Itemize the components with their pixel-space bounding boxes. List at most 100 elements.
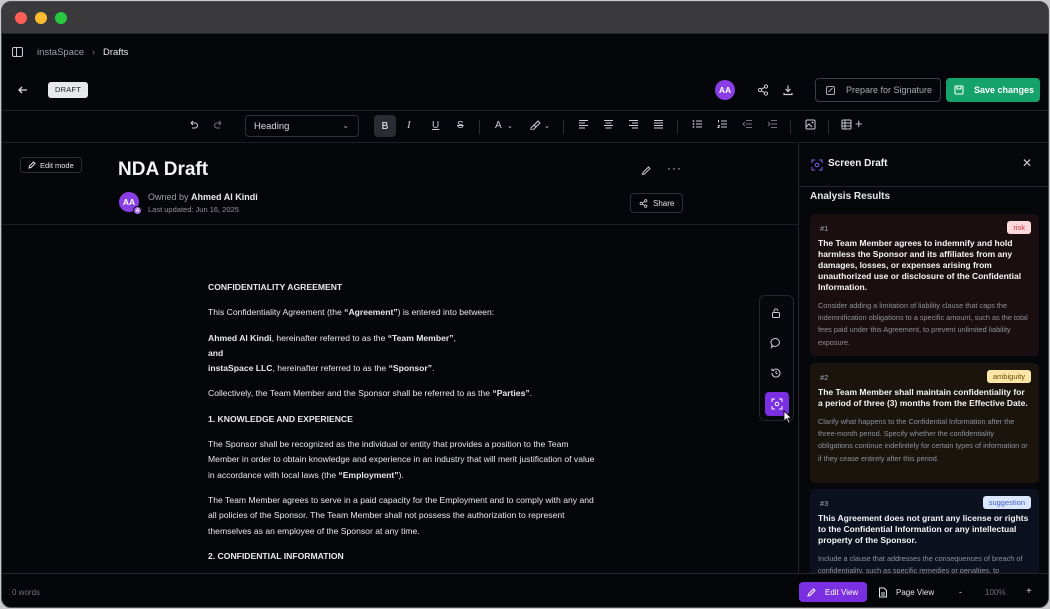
- page-view-label: Page View: [896, 587, 935, 597]
- align-right-icon[interactable]: [628, 119, 639, 132]
- result-body: Consider adding a limitation of liabilit…: [818, 301, 1028, 347]
- analysis-card[interactable]: #3 suggestion This Agreement does not gr…: [810, 489, 1039, 573]
- doc-s1-para1: The Sponsor shall be recognized as the i…: [208, 439, 595, 480]
- last-updated: Last updated: Jun 16, 2025: [148, 205, 239, 214]
- side-tool-rail: [759, 295, 794, 421]
- result-number: #1: [820, 224, 829, 233]
- block-type-select[interactable]: Heading ⌄: [245, 115, 359, 137]
- doc-parties: Ahmed Al Kindi, hereinafter referred to …: [208, 332, 456, 374]
- edit-title-icon[interactable]: [641, 163, 652, 181]
- share-icon[interactable]: [757, 83, 769, 101]
- bold-button[interactable]: B: [374, 115, 396, 137]
- breadcrumb: instaSpace › Drafts: [2, 35, 1048, 69]
- risk-tag: risk: [1007, 221, 1031, 234]
- add-icon[interactable]: +: [855, 116, 863, 131]
- highlight-icon[interactable]: [529, 119, 541, 133]
- bullet-list-icon[interactable]: [692, 119, 703, 132]
- share-button[interactable]: Share: [630, 193, 683, 213]
- toolbar-divider: [479, 120, 480, 134]
- align-center-icon[interactable]: [603, 119, 614, 132]
- signature-icon: [826, 85, 835, 95]
- scan-icon: [811, 158, 823, 176]
- doc-section-1: 1. KNOWLEDGE AND EXPERIENCE: [208, 413, 353, 424]
- window-titlebar: [2, 2, 1048, 34]
- owner-prefix: Owned by: [148, 192, 189, 202]
- undo-icon[interactable]: [188, 119, 199, 133]
- toolbar-divider: [790, 120, 791, 134]
- edit-view-button[interactable]: Edit View: [799, 582, 867, 602]
- edit-mode-toggle[interactable]: Edit mode: [20, 157, 82, 173]
- owner-name: Ahmed Al Kindi: [191, 192, 258, 202]
- history-icon[interactable]: [770, 367, 782, 381]
- redo-icon[interactable]: [213, 119, 224, 133]
- numbered-list-icon[interactable]: [717, 119, 728, 132]
- image-icon[interactable]: [805, 119, 816, 133]
- status-badge: DRAFT: [48, 82, 88, 98]
- sidebar-toggle-icon[interactable]: [12, 47, 23, 57]
- share-icon: [639, 198, 648, 208]
- status-bar: 0 words Edit View Page View - 100% +: [2, 573, 1048, 607]
- document-body[interactable]: CONFIDENTIALITY AGREEMENT This Confident…: [208, 280, 598, 574]
- maximize-window-button[interactable]: [55, 12, 67, 24]
- breadcrumb-current[interactable]: Drafts: [103, 47, 128, 58]
- minimize-window-button[interactable]: [35, 12, 47, 24]
- breadcrumb-workspace[interactable]: instaSpace: [37, 47, 84, 58]
- more-options-icon[interactable]: ···: [667, 161, 682, 175]
- analysis-card[interactable]: #1 risk The Team Member agrees to indemn…: [810, 214, 1039, 356]
- panel-header: Screen Draft ✕: [799, 143, 1048, 187]
- toolbar-divider: [828, 120, 829, 134]
- prepare-signature-label: Prepare for Signature: [846, 85, 933, 95]
- text-color-button[interactable]: A: [495, 120, 502, 131]
- owner-badge: A: [133, 206, 142, 215]
- analysis-card[interactable]: #2 ambiguity The Team Member shall maint…: [810, 363, 1039, 483]
- pencil-icon: [28, 161, 36, 169]
- doc-s1-para2: The Team Member agrees to serve in a pai…: [208, 494, 594, 536]
- edit-view-label: Edit View: [825, 587, 859, 597]
- result-body: Clarify what happens to the Confidential…: [818, 417, 1028, 463]
- align-left-icon[interactable]: [578, 119, 589, 132]
- result-number: #2: [820, 373, 829, 382]
- edit-view-icon: [807, 588, 816, 597]
- page-title[interactable]: NDA Draft: [118, 159, 208, 181]
- align-justify-icon[interactable]: [653, 119, 664, 132]
- indent-icon[interactable]: [767, 119, 778, 132]
- panel-title: Screen Draft: [828, 158, 888, 169]
- prepare-signature-button[interactable]: Prepare for Signature: [815, 78, 941, 102]
- document-editor: Edit mode NDA Draft ··· AA A Owned by Ah…: [2, 143, 798, 573]
- toolbar-divider: [677, 120, 678, 134]
- avatar[interactable]: AA: [715, 80, 735, 100]
- close-icon[interactable]: ✕: [1022, 156, 1032, 170]
- screen-draft-panel: Screen Draft ✕ Analysis Results #1 risk …: [798, 143, 1048, 573]
- breadcrumb-separator: ›: [92, 47, 96, 57]
- result-title: The Team Member shall maintain confident…: [818, 387, 1028, 408]
- result-title: The Team Member agrees to indemnify and …: [818, 238, 1022, 292]
- owner-avatar-initials: AA: [122, 197, 136, 207]
- page-icon: [879, 587, 887, 597]
- table-icon[interactable]: [841, 119, 852, 133]
- zoom-in-button[interactable]: +: [1026, 586, 1032, 597]
- zoom-out-button[interactable]: -: [959, 587, 962, 597]
- close-window-button[interactable]: [15, 12, 27, 24]
- app-window: instaSpace › Drafts DRAFT AA Prepare for…: [1, 1, 1049, 608]
- result-body: Include a clause that addresses the cons…: [818, 554, 1023, 573]
- owner-line: Owned by Ahmed Al Kindi: [148, 192, 258, 202]
- doc-heading: CONFIDENTIALITY AGREEMENT: [208, 282, 343, 292]
- lock-icon[interactable]: [770, 307, 782, 321]
- save-changes-button[interactable]: Save changes: [946, 78, 1040, 102]
- ambiguity-tag: ambiguity: [986, 370, 1031, 383]
- owner-avatar: AA A: [119, 192, 142, 215]
- divider: [2, 224, 798, 225]
- strikethrough-button[interactable]: S: [457, 120, 464, 131]
- italic-button[interactable]: I: [407, 119, 411, 131]
- edit-mode-label: Edit mode: [40, 160, 74, 170]
- comment-icon[interactable]: [770, 337, 782, 351]
- back-arrow-icon[interactable]: [18, 83, 28, 98]
- underline-button[interactable]: U: [432, 120, 439, 131]
- block-type-value: Heading: [254, 120, 290, 132]
- page-view-button[interactable]: Page View: [875, 582, 943, 602]
- chevron-down-icon: ⌄: [544, 123, 550, 130]
- outdent-icon[interactable]: [742, 119, 753, 132]
- chevron-down-icon: ⌄: [342, 121, 349, 130]
- download-icon[interactable]: [782, 83, 794, 101]
- doc-section-2: 2. CONFIDENTIAL INFORMATION: [208, 550, 344, 561]
